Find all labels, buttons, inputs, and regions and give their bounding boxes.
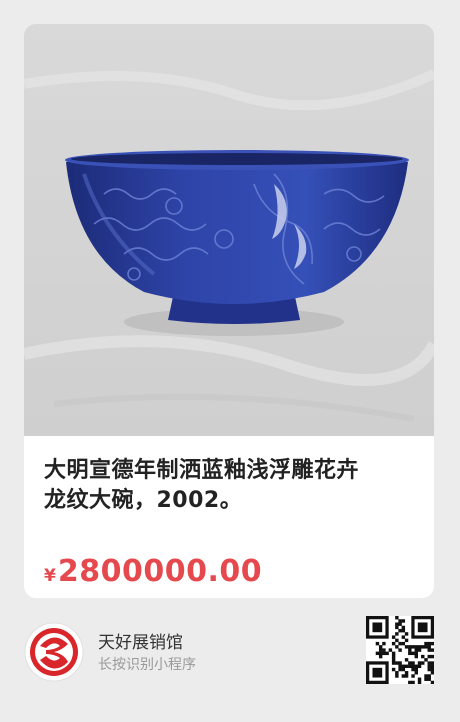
red-3-logo-icon[interactable] — [24, 622, 84, 682]
scan-hint: 长按识别小程序 — [98, 657, 196, 673]
currency-symbol: ¥ — [44, 566, 56, 586]
product-title: 大明宣德年制洒蓝釉浅浮雕花卉 龙纹大碗，2002。 — [44, 456, 416, 516]
price-value: 2800000.00 — [57, 554, 263, 589]
qr-code-icon[interactable] — [366, 616, 435, 685]
product-card[interactable]: 大明宣德年制洒蓝釉浅浮雕花卉 龙纹大碗，2002。 ¥2800000.00 — [24, 24, 434, 598]
shop-name[interactable]: 天好展销馆 — [98, 628, 183, 653]
product-title-line-2: 龙纹大碗，2002。 — [44, 488, 243, 513]
mini-program-footer: 天好展销馆 长按识别小程序 — [0, 600, 460, 722]
product-image[interactable] — [24, 24, 434, 436]
product-title-line-1: 大明宣德年制洒蓝釉浅浮雕花卉 — [44, 458, 360, 483]
bowl-photo — [24, 24, 434, 436]
product-price: ¥2800000.00 — [44, 554, 262, 589]
